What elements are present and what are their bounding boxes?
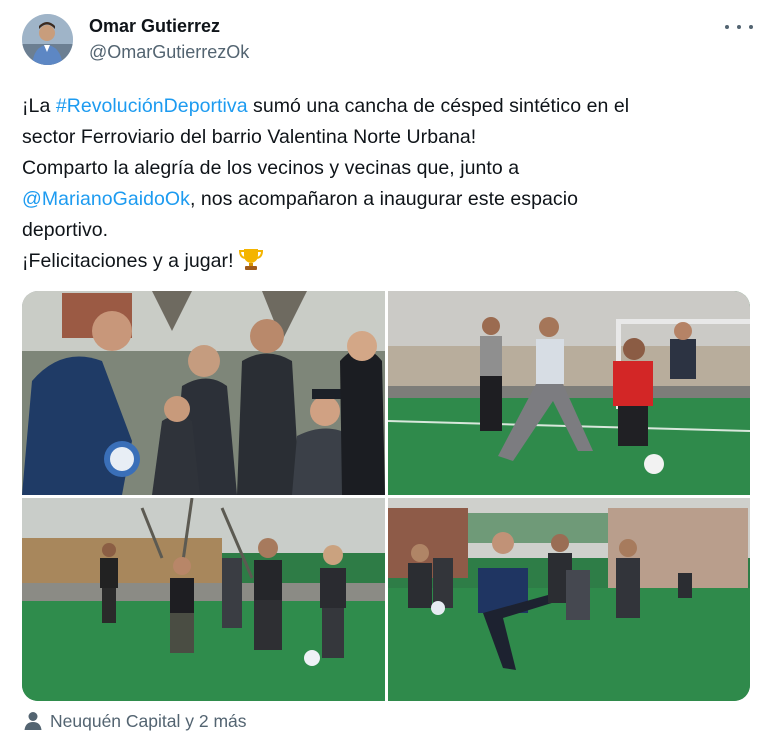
tweet-line: deportivo.	[22, 219, 109, 241]
media-grid	[22, 291, 750, 701]
tweet-line: sector Ferroviario del barrio Valentina …	[22, 126, 477, 148]
tweet-line: ¡La #RevoluciónDeportiva sumó una cancha…	[22, 91, 752, 122]
photo-1[interactable]	[22, 291, 385, 495]
text-segment: sumó una cancha de césped sintético en e…	[247, 95, 630, 117]
avatar[interactable]	[22, 14, 73, 65]
more-options-icon[interactable]	[725, 16, 753, 38]
location-text: Neuquén Capital y 2 más	[50, 710, 247, 731]
location-tag[interactable]: Neuquén Capital y 2 más	[22, 710, 247, 732]
tweet-line: Comparto la alegría de los vecinos y vec…	[22, 157, 520, 179]
mention-link[interactable]: @MarianoGaidoOk	[22, 188, 190, 210]
tweet-text: ¡La #RevoluciónDeportiva sumó una cancha…	[22, 91, 752, 277]
photo-4[interactable]	[388, 498, 750, 701]
person-icon	[24, 712, 42, 730]
author-name[interactable]: Omar Gutierrez	[89, 16, 220, 37]
trophy-icon	[238, 249, 263, 270]
tweet-line: @MarianoGaidoOk, nos acompañaron a inaug…	[22, 184, 752, 215]
text-segment: , nos acompañaron a inaugurar este espac…	[189, 188, 578, 210]
photo-3[interactable]	[22, 498, 385, 701]
hashtag-link[interactable]: #RevoluciónDeportiva	[56, 95, 248, 117]
tweet-line: ¡Felicitaciones y a jugar!	[22, 246, 752, 277]
photo-2[interactable]	[388, 291, 750, 495]
author-handle[interactable]: @OmarGutierrezOk	[89, 42, 249, 63]
text-segment: ¡Felicitaciones y a jugar!	[22, 250, 234, 272]
text-segment: ¡La	[22, 95, 56, 117]
